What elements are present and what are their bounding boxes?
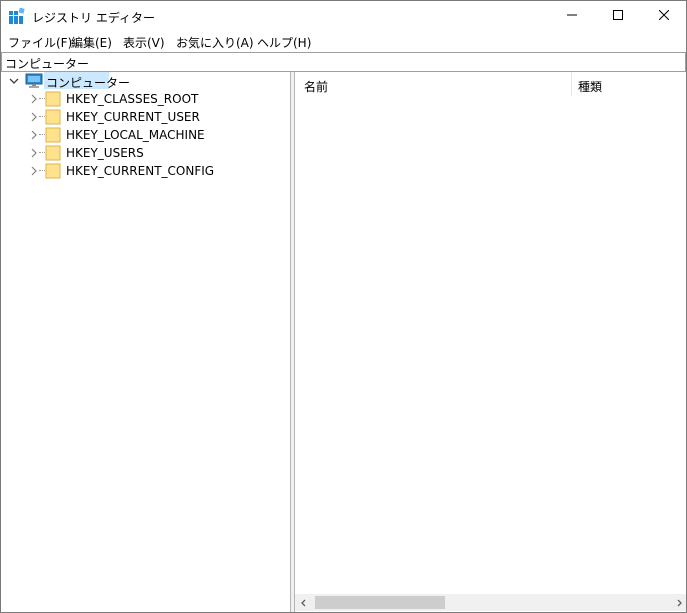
menu-help[interactable]: ヘルプ(H) <box>257 34 311 51</box>
column-header-type[interactable]: 種類 <box>572 72 686 96</box>
maximize-icon <box>613 9 623 23</box>
tree-item-hkey-users[interactable]: HKEY_USERS <box>1 144 290 162</box>
tree-item-hkey-classes-root[interactable]: HKEY_CLASSES_ROOT <box>1 90 290 108</box>
minimize-button[interactable] <box>549 1 595 31</box>
chevron-left-icon <box>300 596 308 610</box>
address-bar[interactable]: コンピューター <box>1 52 686 72</box>
registry-editor-icon <box>9 7 25 24</box>
tree-item-label[interactable]: HKEY_CLASSES_ROOT <box>66 92 198 106</box>
tree-item-label[interactable]: HKEY_CURRENT_USER <box>66 110 200 124</box>
computer-icon <box>25 73 43 89</box>
column-header-name[interactable]: 名前 <box>295 72 571 96</box>
close-button[interactable] <box>641 1 686 31</box>
address-path[interactable]: コンピューター <box>5 55 89 72</box>
folder-icon <box>45 163 61 179</box>
scroll-right-button[interactable] <box>670 594 686 611</box>
menu-edit[interactable]: 編集(E) <box>71 34 112 51</box>
minimize-icon <box>567 9 577 23</box>
folder-icon <box>45 145 61 161</box>
tree-item-hkey-local-machine[interactable]: HKEY_LOCAL_MACHINE <box>1 126 290 144</box>
folder-icon <box>45 91 61 107</box>
folder-icon <box>45 127 61 143</box>
tree-item-label[interactable]: HKEY_CURRENT_CONFIG <box>66 164 214 178</box>
column-name-label: 名前 <box>304 80 329 94</box>
tree-item-hkey-current-config[interactable]: HKEY_CURRENT_CONFIG <box>1 162 290 180</box>
values-list-pane[interactable]: 名前 種類 <box>294 72 686 612</box>
chevron-down-icon[interactable] <box>8 74 20 88</box>
scroll-left-button[interactable] <box>295 594 312 611</box>
menu-bar: ファイル(F) 編集(E) 表示(V) お気に入り(A) ヘルプ(H) <box>1 31 686 51</box>
tree-item-hkey-current-user[interactable]: HKEY_CURRENT_USER <box>1 108 290 126</box>
tree-item-label[interactable]: HKEY_USERS <box>66 146 144 160</box>
key-tree-pane[interactable]: コンピューター HKEY_CLASSES_ROOT HKEY_CURRENT_U… <box>1 72 291 612</box>
registry-editor-window: レジストリ エディター ファイル(F) 編集(E) 表示(V) お気に入り(A)… <box>0 0 687 613</box>
menu-view[interactable]: 表示(V) <box>123 34 165 51</box>
tree-root-label[interactable]: コンピューター <box>46 74 130 91</box>
folder-icon <box>45 109 61 125</box>
scroll-thumb[interactable] <box>315 596 445 609</box>
close-icon <box>658 9 670 23</box>
title-bar[interactable]: レジストリ エディター <box>1 1 686 31</box>
horizontal-scrollbar[interactable] <box>295 594 686 611</box>
chevron-right-icon <box>675 596 683 610</box>
column-type-label: 種類 <box>578 80 603 94</box>
tree-root-computer[interactable]: コンピューター <box>1 72 290 90</box>
window-title: レジストリ エディター <box>32 11 155 25</box>
maximize-button[interactable] <box>595 1 641 31</box>
menu-favorites[interactable]: お気に入り(A) <box>176 34 254 51</box>
tree-item-label[interactable]: HKEY_LOCAL_MACHINE <box>66 128 205 142</box>
menu-file[interactable]: ファイル(F) <box>8 34 72 51</box>
